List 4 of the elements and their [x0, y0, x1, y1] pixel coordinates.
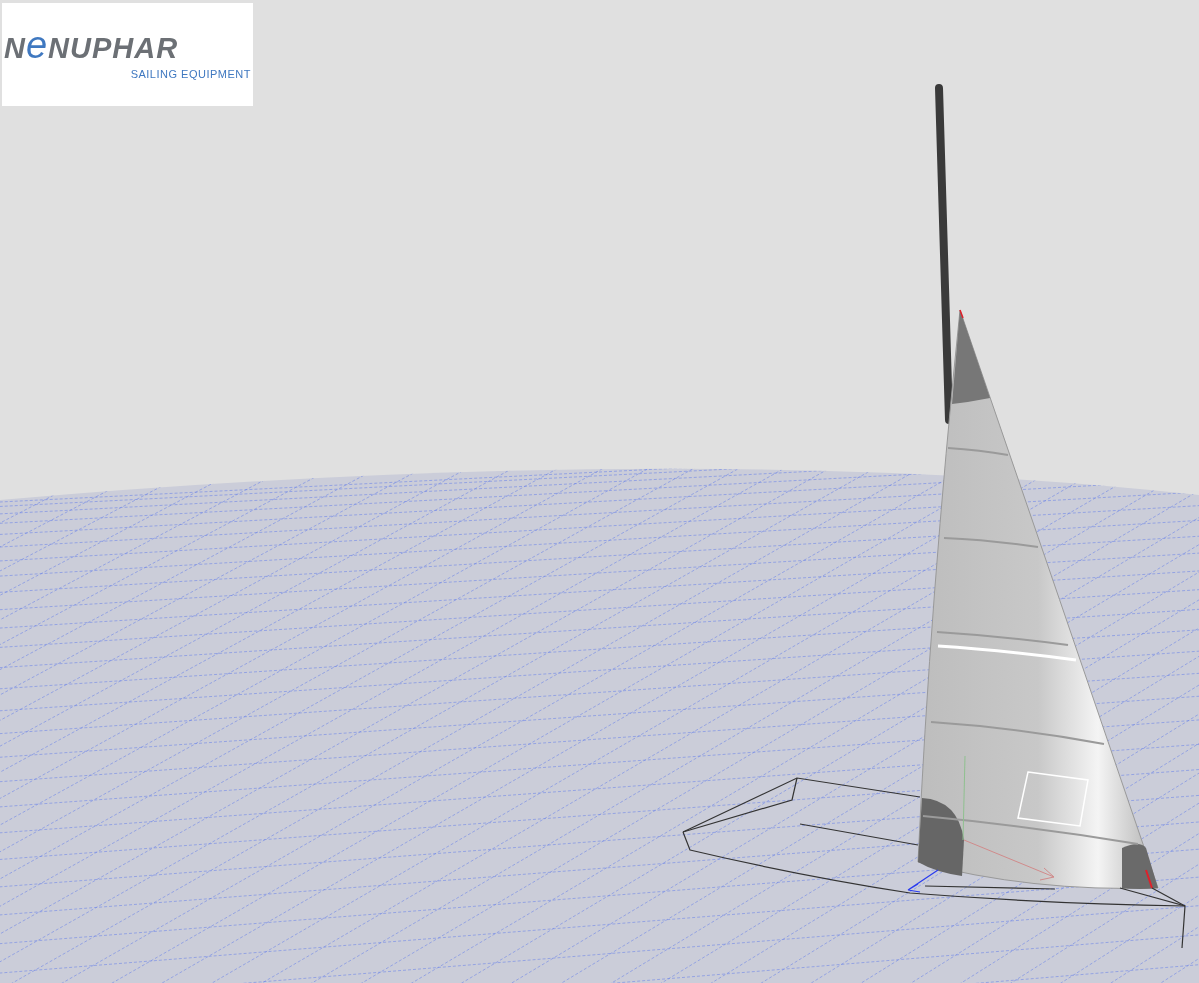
logo-wordmark: N	[4, 34, 26, 64]
logo-wordmark: NUPHAR	[48, 34, 179, 64]
logo-wordmark: e	[25, 26, 49, 65]
logo-tagline: SAILING EQUIPMENT	[130, 67, 252, 83]
